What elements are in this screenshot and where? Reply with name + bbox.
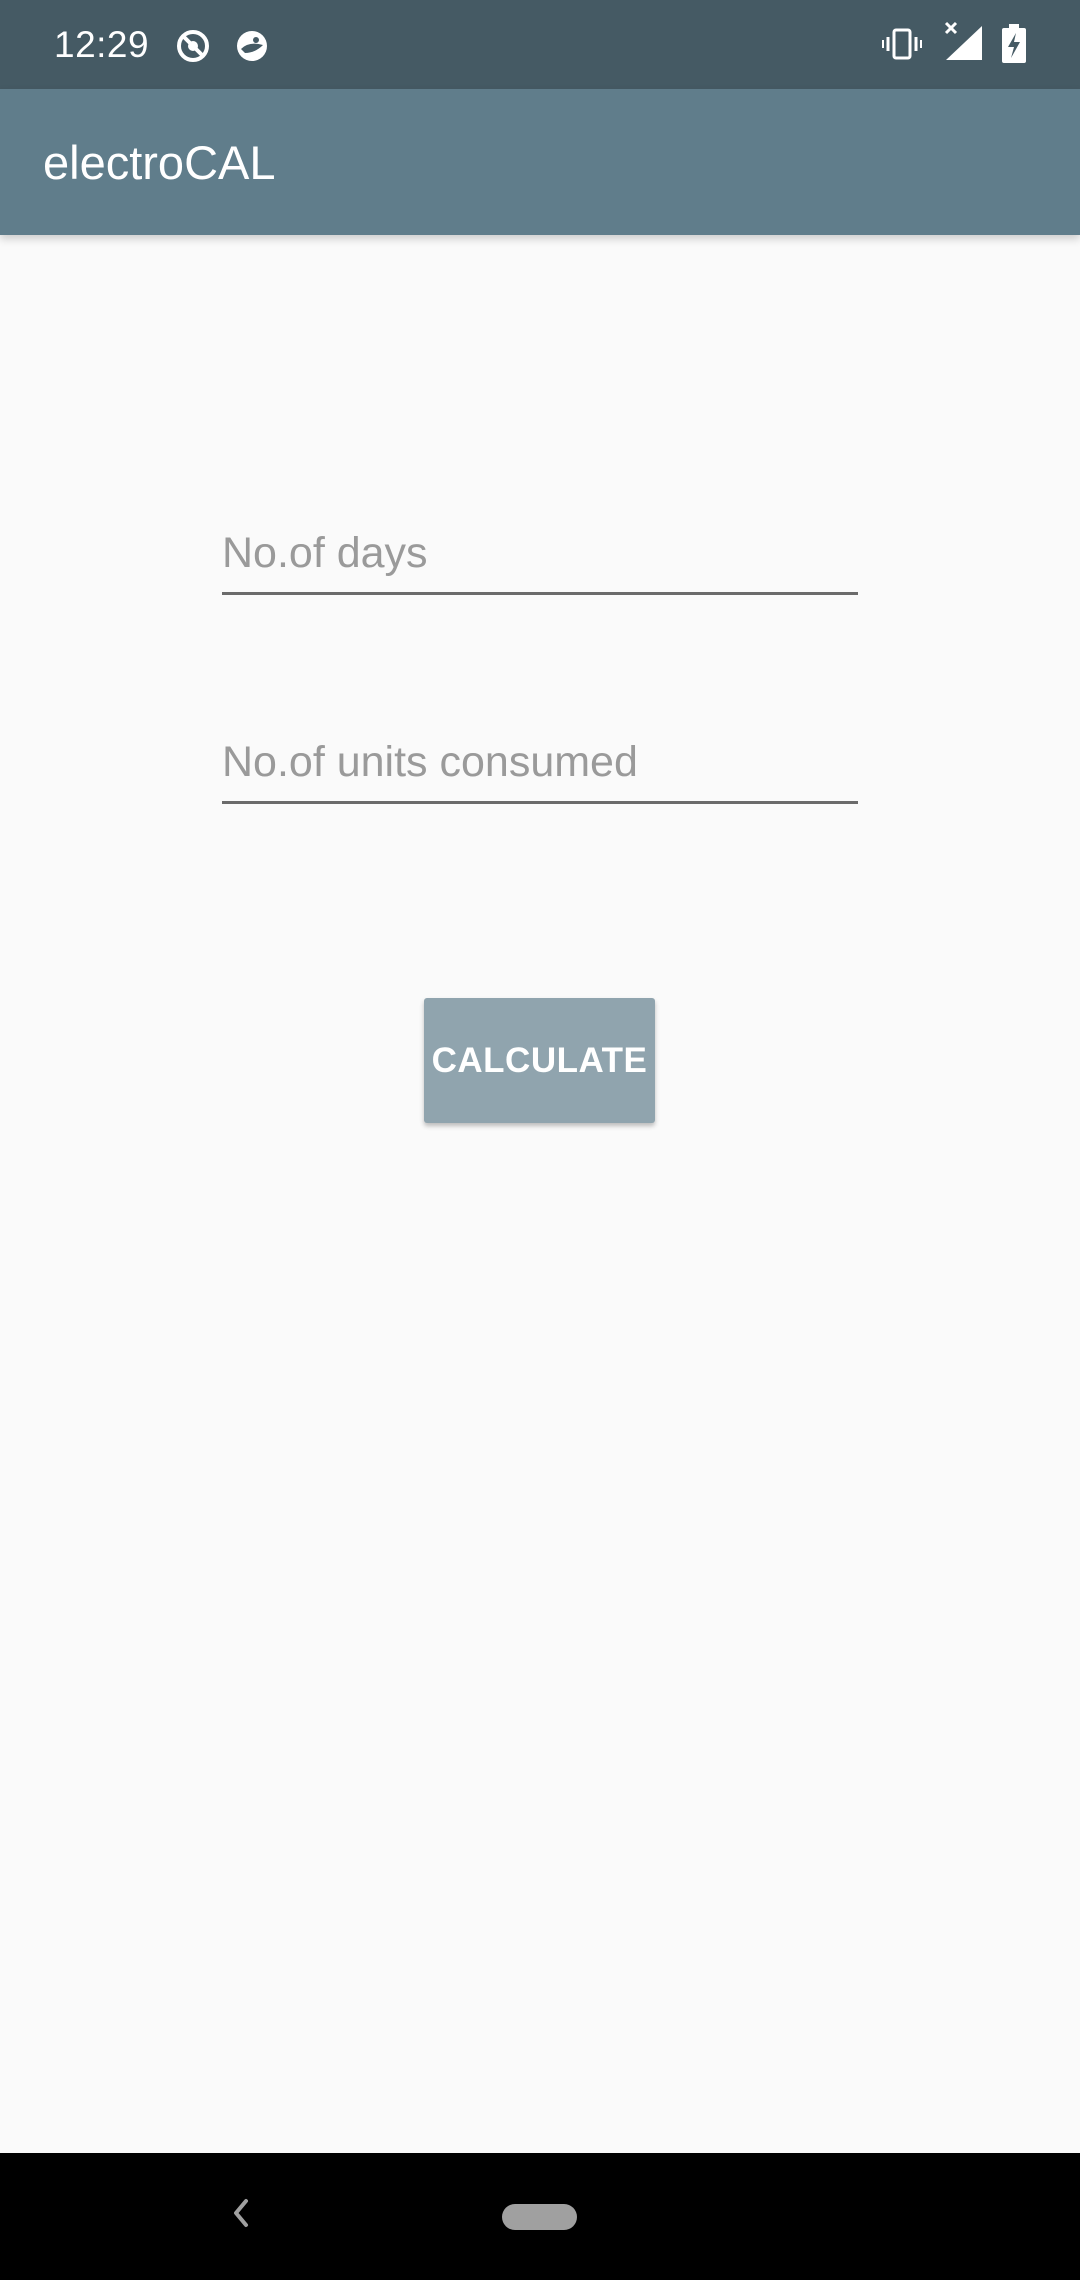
no-disturb-icon <box>177 30 209 62</box>
days-input[interactable] <box>222 515 858 595</box>
units-consumed-input[interactable] <box>222 724 858 804</box>
calculate-button[interactable]: CALCULATE <box>424 998 655 1123</box>
app-bar: electroCAL <box>0 89 1080 235</box>
vibrate-icon <box>882 28 922 60</box>
screen: 12:29 electroCAL No.of days No.of units … <box>0 0 1080 2280</box>
app-title: electroCAL <box>43 136 276 189</box>
navigation-bar <box>0 2153 1080 2280</box>
home-pill-icon[interactable] <box>502 2204 577 2230</box>
back-chevron-icon[interactable] <box>226 2193 256 2233</box>
app-notification-icon <box>237 31 267 61</box>
battery-charging-icon <box>1002 24 1026 63</box>
signal-no-data-icon <box>944 21 982 60</box>
status-bar: 12:29 <box>0 0 1080 89</box>
status-time: 12:29 <box>54 24 150 65</box>
